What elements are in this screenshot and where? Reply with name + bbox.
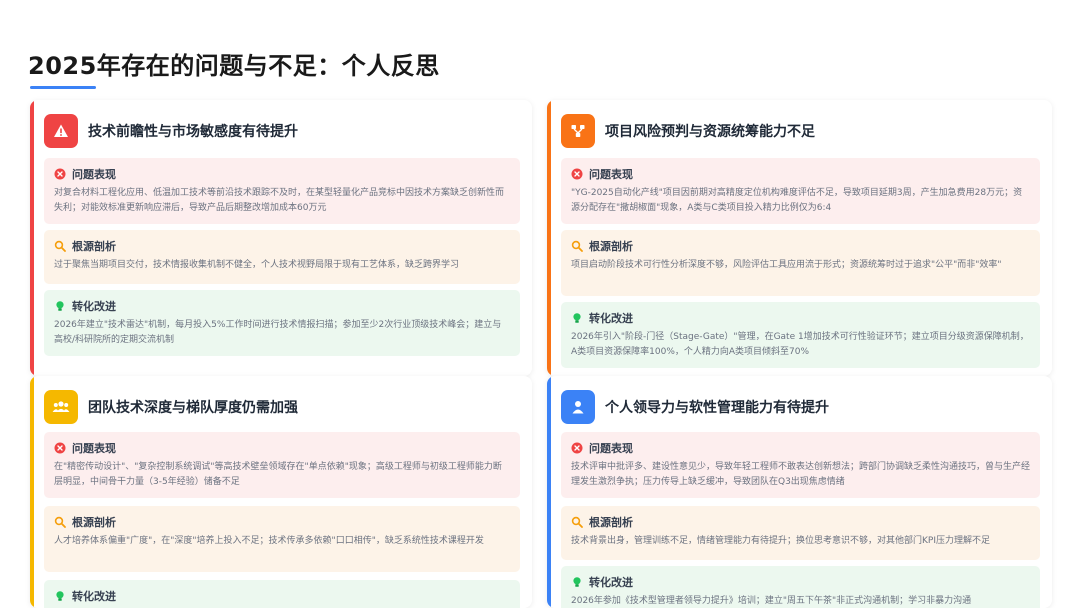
- card-title: 项目风险预判与资源统筹能力不足: [605, 124, 815, 140]
- x-circle-icon: [54, 442, 66, 454]
- problem-text: 技术评审中批评多、建设性意见少，导致年轻工程师不敢表达创新想法；跨部门协调缺乏柔…: [571, 462, 1031, 487]
- improve-label: 转化改进: [589, 576, 633, 589]
- cause-section: 根源剖析 人才培养体系偏重"广度"，在"深度"培养上投入不足；技术传承多依赖"口…: [44, 506, 520, 572]
- improve-label: 转化改进: [72, 300, 116, 313]
- problem-label: 问题表现: [72, 168, 116, 181]
- lightbulb-icon: [56, 301, 64, 311]
- x-circle-icon: [54, 168, 66, 180]
- magnifier-icon: [54, 240, 66, 252]
- card-header: 技术前瞻性与市场敏感度有待提升: [44, 114, 298, 148]
- card-title: 技术前瞻性与市场敏感度有待提升: [88, 124, 298, 140]
- card-accent-bar: [547, 100, 551, 376]
- card-accent-bar: [547, 376, 551, 608]
- problem-section: 问题表现 对复合材料工程化应用、低温加工技术等前沿技术跟踪不及时，在某型轻量化产…: [44, 158, 520, 224]
- improve-section: 转化改进 2026年建立"技术雷达"机制，每月投入5%工作时间进行技术情报扫描；…: [44, 290, 520, 356]
- card-accent-bar: [30, 376, 34, 608]
- problem-label: 问题表现: [589, 442, 633, 455]
- improve-label: 转化改进: [589, 312, 633, 325]
- problem-label: 问题表现: [589, 168, 633, 181]
- x-circle-icon: [571, 442, 583, 454]
- problem-label: 问题表现: [72, 442, 116, 455]
- problem-text: "YG-2025自动化产线"项目因前期对高精度定位机构难度评估不足，导致项目延期…: [571, 188, 1023, 213]
- cause-label: 根源剖析: [72, 516, 116, 529]
- lightbulb-icon: [573, 577, 581, 587]
- cause-text: 人才培养体系偏重"广度"，在"深度"培养上投入不足；技术传承多依赖"口口相传"，…: [54, 536, 484, 546]
- warning-icon: [44, 114, 78, 148]
- card-tech-foresight: 技术前瞻性与市场敏感度有待提升 问题表现 对复合材料工程化应用、低温加工技术等前…: [30, 100, 532, 376]
- card-accent-bar: [30, 100, 34, 376]
- card-risk-resource: 项目风险预判与资源统筹能力不足 问题表现 "YG-2025自动化产线"项目因前期…: [547, 100, 1052, 376]
- magnifier-icon: [571, 516, 583, 528]
- magnifier-icon: [54, 516, 66, 528]
- title-underline: [30, 86, 96, 89]
- team-icon: [44, 390, 78, 424]
- cause-text: 技术背景出身，管理训练不足，情绪管理能力有待提升；换位思考意识不够，对其他部门K…: [571, 536, 990, 546]
- page-title: 2025年存在的问题与不足：个人反思: [28, 52, 440, 80]
- improve-section: 转化改进 2026年引入"阶段-门径（Stage-Gate）"管理，在Gate …: [561, 302, 1040, 368]
- cause-label: 根源剖析: [589, 516, 633, 529]
- improve-text: 2026年引入"阶段-门径（Stage-Gate）"管理，在Gate 1增加技术…: [571, 332, 1029, 357]
- card-title: 个人领导力与软性管理能力有待提升: [605, 400, 829, 416]
- cause-text: 过于聚焦当期项目交付，技术情报收集机制不健全，个人技术视野局限于现有工艺体系，缺…: [54, 260, 460, 270]
- lightbulb-icon: [573, 313, 581, 323]
- x-circle-icon: [571, 168, 583, 180]
- card-header: 团队技术深度与梯队厚度仍需加强: [44, 390, 298, 424]
- person-icon: [561, 390, 595, 424]
- cause-label: 根源剖析: [72, 240, 116, 253]
- problem-text: 对复合材料工程化应用、低温加工技术等前沿技术跟踪不及时，在某型轻量化产品竞标中因…: [54, 188, 505, 213]
- card-leadership: 个人领导力与软性管理能力有待提升 问题表现 技术评审中批评多、建设性意见少，导致…: [547, 376, 1052, 608]
- improve-label: 转化改进: [72, 590, 116, 603]
- improve-section: 转化改进 2026年参加《技术型管理者领导力提升》培训；建立"周五下午茶"非正式…: [561, 566, 1040, 608]
- cause-section: 根源剖析 项目启动阶段技术可行性分析深度不够，风险评估工具应用流于形式；资源统筹…: [561, 230, 1040, 296]
- lightbulb-icon: [56, 591, 64, 601]
- card-title: 团队技术深度与梯队厚度仍需加强: [88, 400, 298, 416]
- problem-section: 问题表现 "YG-2025自动化产线"项目因前期对高精度定位机构难度评估不足，导…: [561, 158, 1040, 224]
- problem-section: 问题表现 技术评审中批评多、建设性意见少，导致年轻工程师不敢表达创新想法；跨部门…: [561, 432, 1040, 498]
- cause-section: 根源剖析 技术背景出身，管理训练不足，情绪管理能力有待提升；换位思考意识不够，对…: [561, 506, 1040, 560]
- problem-section: 问题表现 在"精密传动设计"、"复杂控制系统调试"等高技术壁垒领域存在"单点依赖…: [44, 432, 520, 498]
- network-icon: [561, 114, 595, 148]
- magnifier-icon: [571, 240, 583, 252]
- problem-text: 在"精密传动设计"、"复杂控制系统调试"等高技术壁垒领域存在"单点依赖"现象；高…: [54, 462, 502, 487]
- card-header: 项目风险预判与资源统筹能力不足: [561, 114, 815, 148]
- improve-section: 转化改进: [44, 580, 520, 608]
- card-team-depth: 团队技术深度与梯队厚度仍需加强 问题表现 在"精密传动设计"、"复杂控制系统调试…: [30, 376, 532, 608]
- cause-section: 根源剖析 过于聚焦当期项目交付，技术情报收集机制不健全，个人技术视野局限于现有工…: [44, 230, 520, 284]
- improve-text: 2026年建立"技术雷达"机制，每月投入5%工作时间进行技术情报扫描；参加至少2…: [54, 320, 502, 345]
- improve-text: 2026年参加《技术型管理者领导力提升》培训；建立"周五下午茶"非正式沟通机制；…: [571, 596, 972, 606]
- cause-label: 根源剖析: [589, 240, 633, 253]
- card-header: 个人领导力与软性管理能力有待提升: [561, 390, 829, 424]
- cause-text: 项目启动阶段技术可行性分析深度不够，风险评估工具应用流于形式；资源统筹时过于追求…: [571, 260, 1002, 270]
